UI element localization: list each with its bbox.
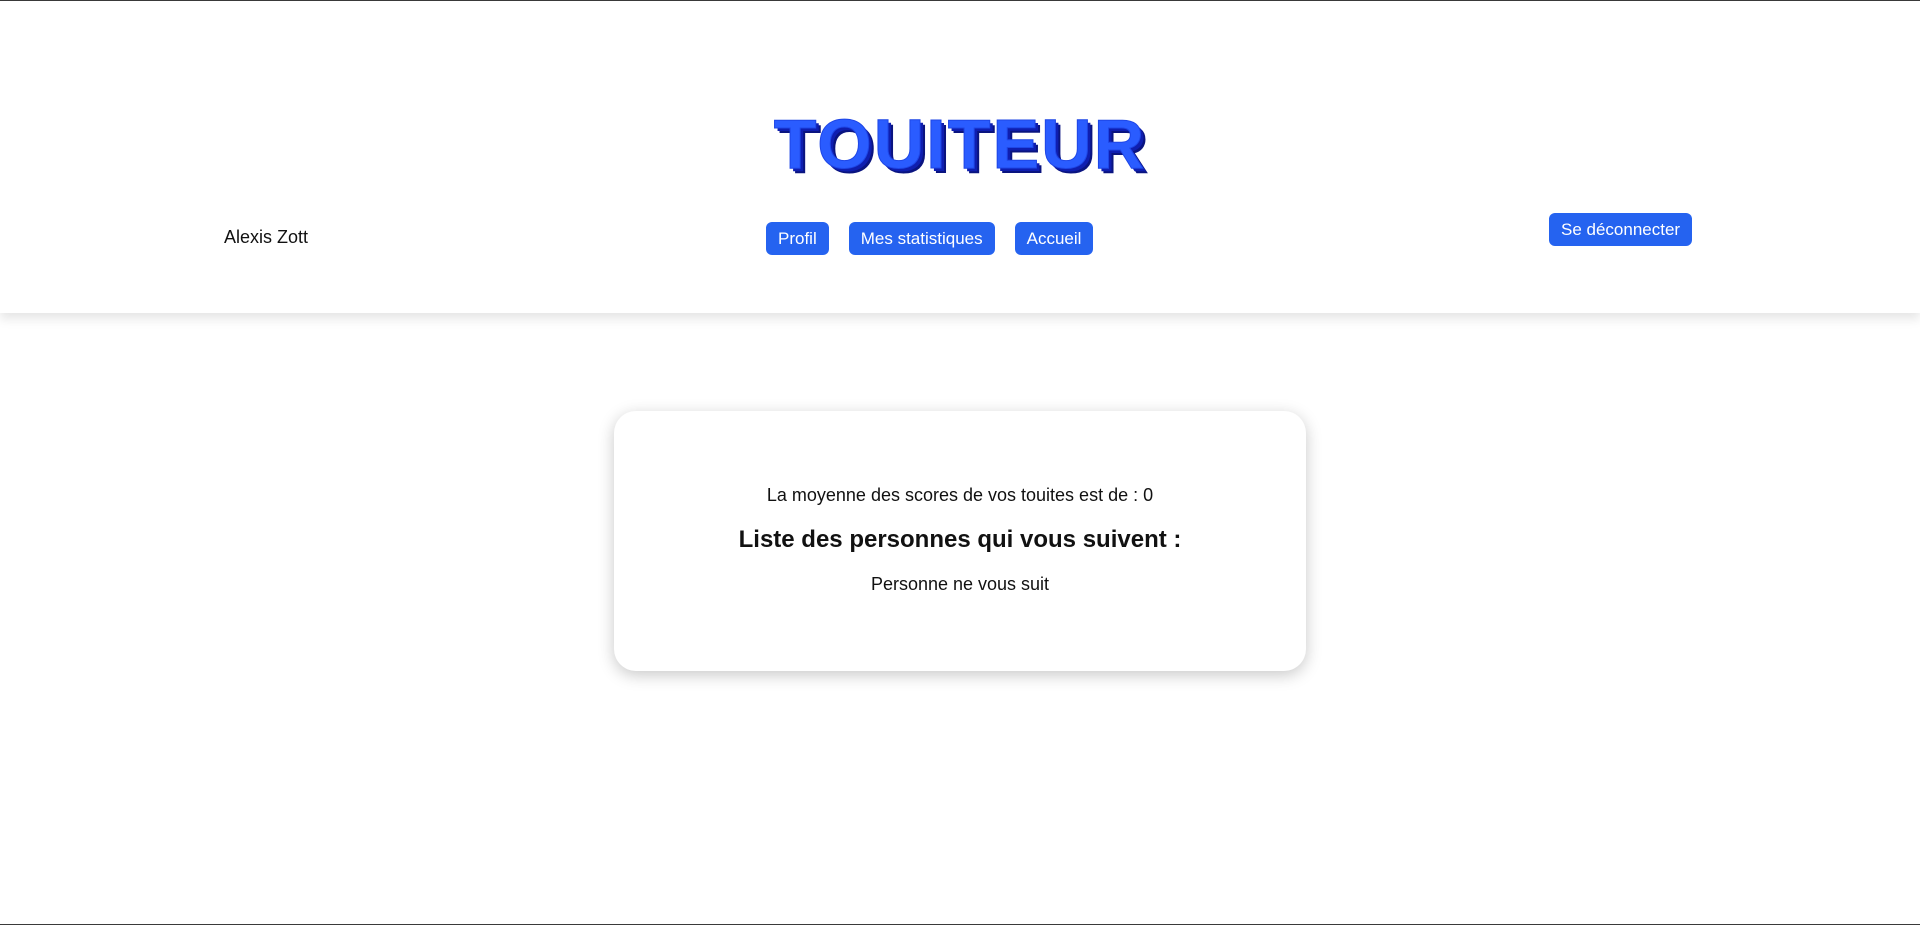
current-username: Alexis Zott	[224, 227, 309, 247]
stats-card: La moyenne des scores de vos touites est…	[614, 411, 1306, 671]
followers-heading: Liste des personnes qui vous suivent :	[738, 526, 1182, 553]
profile-button[interactable]: Profil	[766, 222, 829, 255]
no-followers-message: Personne ne vous suit	[870, 574, 1050, 594]
logout-button[interactable]: Se déconnecter	[1549, 213, 1693, 246]
site-logo[interactable]: TOUITEUR	[0, 109, 1920, 180]
main-nav: Profil Mes statistiques Accueil	[766, 222, 1094, 255]
average-score-text: La moyenne des scores de vos touites est…	[766, 485, 1154, 505]
home-button[interactable]: Accueil	[1014, 222, 1094, 255]
page: TOUITEUR Alexis Zott Profil Mes statisti…	[0, 0, 1920, 925]
site-header: TOUITEUR Alexis Zott Profil Mes statisti…	[0, 1, 1920, 313]
stats-button[interactable]: Mes statistiques	[848, 222, 995, 255]
